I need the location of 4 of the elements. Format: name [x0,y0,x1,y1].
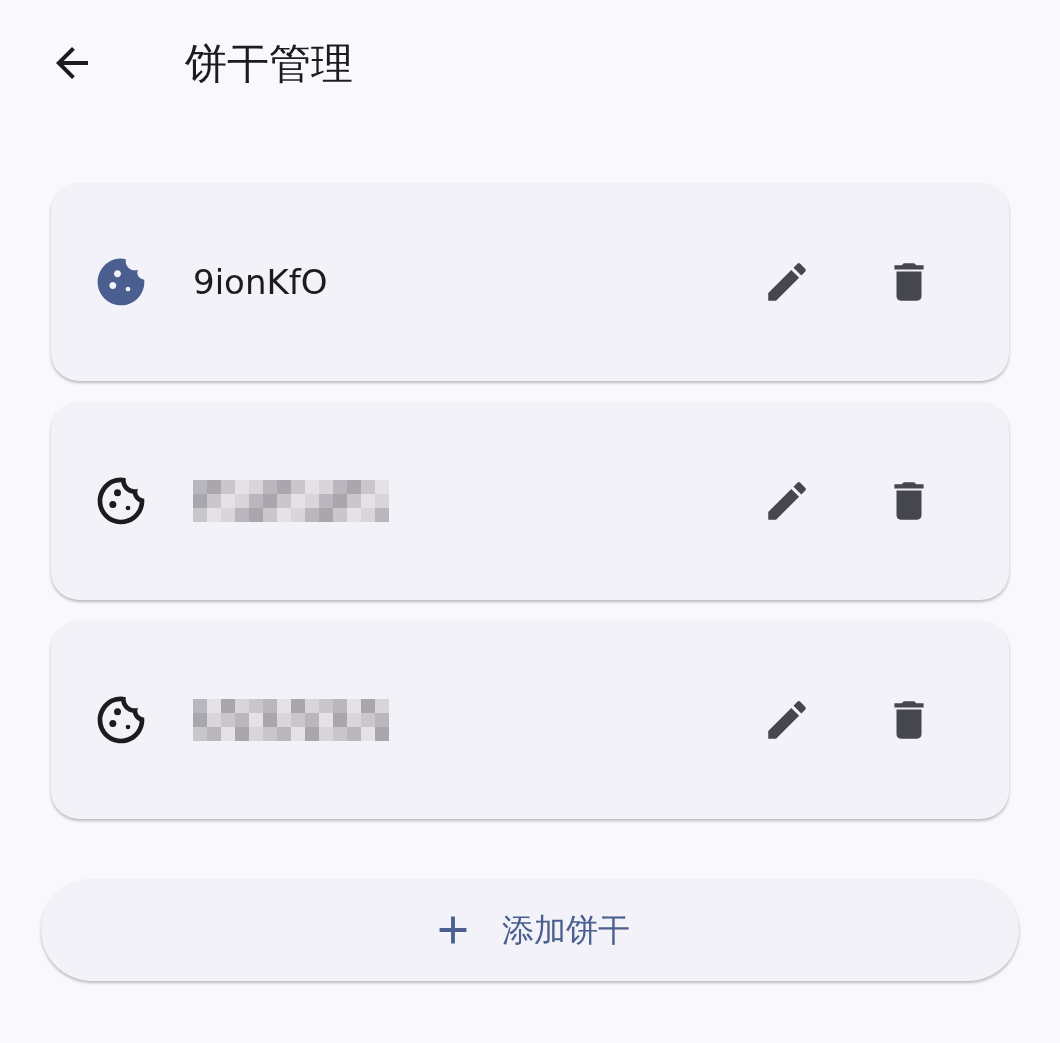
page-title: 饼干管理 [185,37,353,90]
cookie-name: 9ionKfO [193,260,328,304]
cookie-card[interactable]: 9ionKfO [51,183,1009,381]
add-cookie-button[interactable]: 添加饼干 [41,879,1019,981]
